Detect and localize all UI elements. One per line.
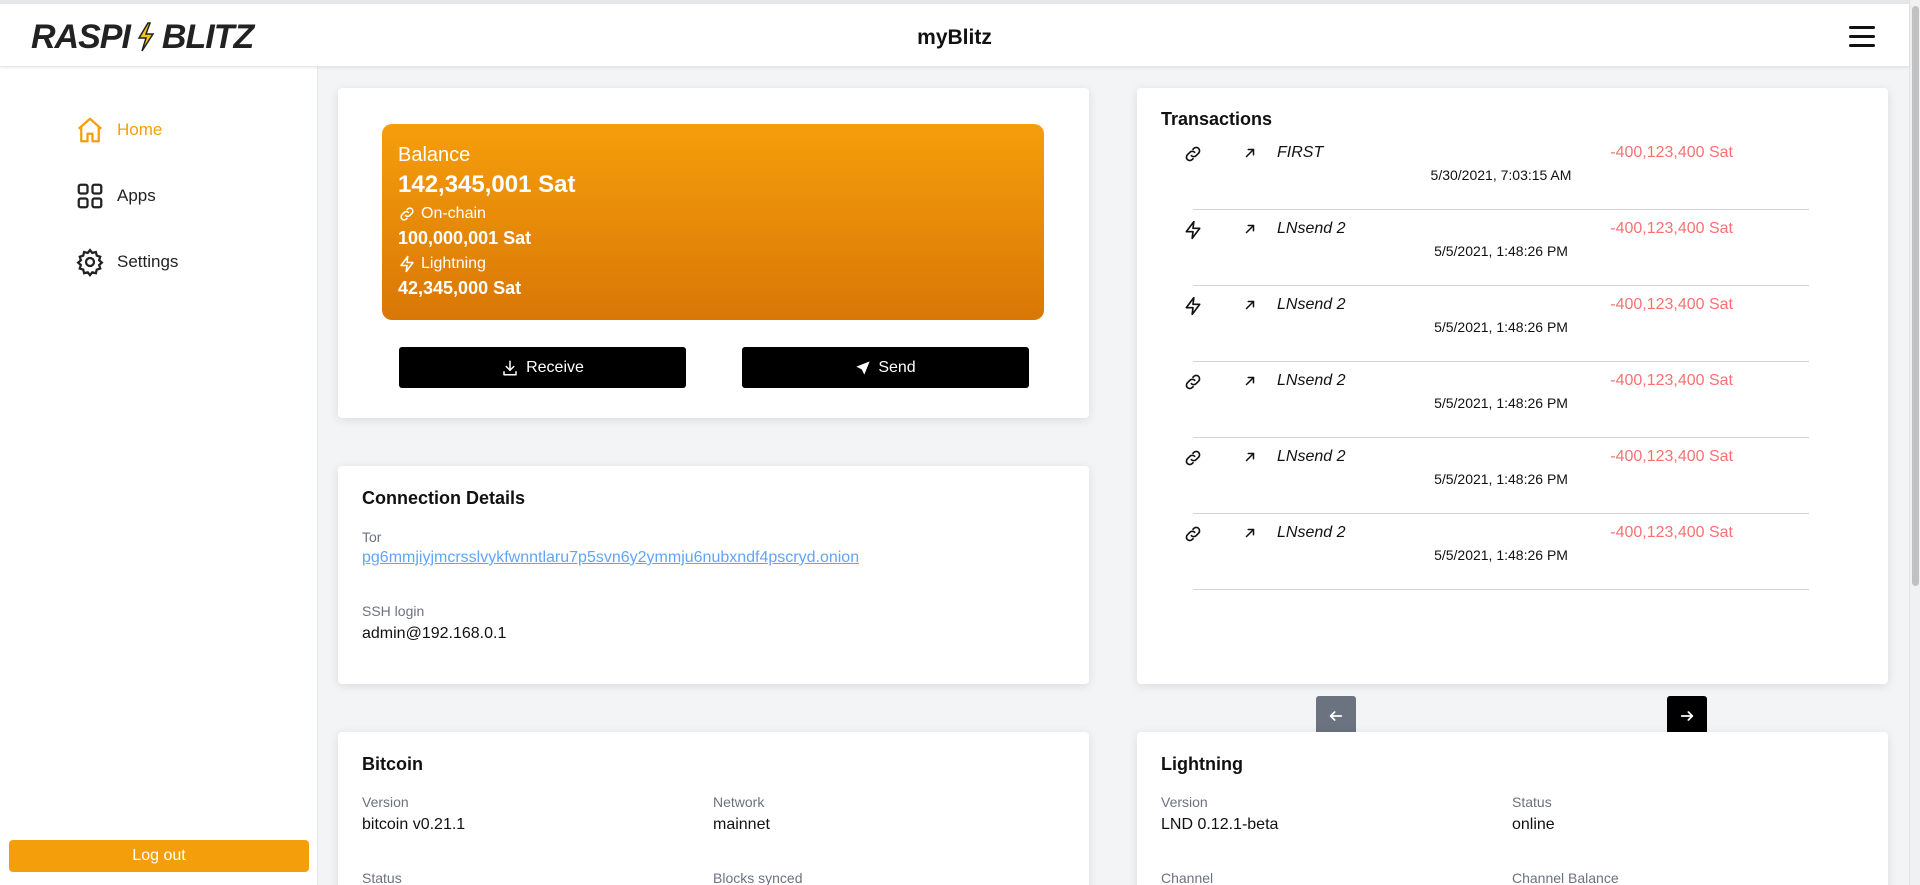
top-bar: RASPI BLITZ myBlitz: [0, 4, 1909, 67]
transaction-date: 5/5/2021, 1:48:26 PM: [1434, 547, 1568, 563]
connection-title: Connection Details: [362, 488, 526, 508]
sidebar-item-label: Home: [117, 120, 163, 139]
prev-page-button[interactable]: [1316, 696, 1356, 736]
transaction-name: LNsend 2: [1277, 220, 1346, 237]
balance-panel: Balance 142,345,001 Sat On-chain 100,000…: [382, 124, 1044, 320]
arrow-right-icon: [1680, 711, 1694, 721]
connection-card: Connection Details Tor pg6mmjiyjmcrsslvy…: [338, 466, 1089, 684]
transaction-name: LNsend 2: [1277, 524, 1346, 541]
lightning-card: Lightning Version LND 0.12.1-beta Status…: [1137, 732, 1888, 885]
transactions-card: Transactions FIRST -400,123,400 Sat 5/30/2…: [1137, 88, 1888, 736]
transaction-amount: -400,123,400 Sat: [1610, 524, 1733, 541]
wallet-card: Balance 142,345,001 Sat On-chain 100,000…: [338, 88, 1089, 418]
transaction-date: 5/5/2021, 1:48:26 PM: [1434, 471, 1568, 487]
row-divider: [1193, 589, 1809, 590]
link-icon: [1183, 372, 1203, 392]
transaction-date: 5/5/2021, 1:48:26 PM: [1434, 243, 1568, 259]
transaction-amount: -400,123,400 Sat: [1610, 448, 1733, 465]
lightning-row: Lightning: [398, 255, 1028, 273]
bitcoin-network-value: mainnet: [713, 816, 770, 833]
transaction-row[interactable]: FIRST -400,123,400 Sat 5/30/2021, 7:03:15 …: [1185, 134, 1809, 210]
lightning-channel-label: Channel: [1161, 870, 1214, 885]
ssh-label: SSH login: [362, 603, 425, 619]
arrow-up-right-icon: [1243, 526, 1257, 540]
balance-total: 142,345,001 Sat: [398, 171, 576, 198]
bitcoin-blocks-label: Blocks synced: [713, 870, 803, 885]
page-scrollbar[interactable]: [1909, 0, 1920, 885]
transaction-date: 5/30/2021, 7:03:15 AM: [1430, 167, 1572, 183]
apps-grid-icon: [77, 183, 103, 209]
onchain-label: On-chain: [421, 205, 486, 222]
next-page-button[interactable]: [1667, 696, 1707, 736]
transaction-row[interactable]: LNsend 2 -400,123,400 Sat 5/5/2021, 1:48:2…: [1185, 514, 1809, 590]
lightning-icon: [1183, 296, 1203, 316]
send-icon: [856, 360, 870, 375]
bitcoin-status-label: Status: [362, 870, 402, 885]
hamburger-menu-icon[interactable]: [1849, 26, 1875, 48]
transactions-title: Transactions: [1161, 109, 1273, 129]
receive-label: Receive: [526, 358, 584, 376]
onchain-row: On-chain: [398, 205, 1028, 223]
transaction-date: 5/5/2021, 1:48:26 PM: [1434, 395, 1568, 411]
transaction-name: LNsend 2: [1277, 296, 1346, 313]
sidebar-item-home[interactable]: Home: [75, 115, 162, 145]
link-icon: [1183, 524, 1203, 544]
arrow-up-right-icon: [1243, 450, 1257, 464]
transaction-name: LNsend 2: [1277, 372, 1346, 389]
lightning-status-value: online: [1512, 816, 1555, 833]
arrow-left-icon: [1329, 711, 1343, 721]
onchain-value: 100,000,001 Sat: [398, 228, 532, 248]
send-button[interactable]: Send: [742, 347, 1029, 388]
transaction-date: 5/5/2021, 1:48:26 PM: [1434, 319, 1568, 335]
transaction-row[interactable]: LNsend 2 -400,123,400 Sat 5/5/2021, 1:48:2…: [1185, 362, 1809, 438]
lightning-icon: [400, 255, 414, 273]
lightning-value: 42,345,000 Sat: [398, 278, 522, 298]
bitcoin-version-label: Version: [362, 794, 409, 810]
sidebar-item-settings[interactable]: Settings: [75, 247, 178, 277]
lightning-version-label: Version: [1161, 794, 1208, 810]
scrollbar-thumb[interactable]: [1912, 6, 1919, 586]
link-icon: [1183, 448, 1203, 468]
transaction-row[interactable]: LNsend 2 -400,123,400 Sat 5/5/2021, 1:48:2…: [1185, 210, 1809, 286]
transaction-row[interactable]: LNsend 2 -400,123,400 Sat 5/5/2021, 1:48:2…: [1185, 438, 1809, 514]
lightning-title: Lightning: [1161, 754, 1243, 774]
page-title: myBlitz: [917, 26, 992, 49]
link-icon: [400, 207, 414, 221]
lightning-version-value: LND 0.12.1-beta: [1161, 816, 1279, 833]
home-icon: [78, 117, 102, 143]
transaction-amount: -400,123,400 Sat: [1610, 220, 1733, 237]
arrow-up-right-icon: [1243, 298, 1257, 312]
sidebar: Home Apps Settings Log out: [0, 67, 318, 885]
sidebar-item-label: Apps: [117, 186, 156, 205]
link-icon: [1183, 144, 1203, 164]
bitcoin-version-value: bitcoin v0.21.1: [362, 816, 466, 833]
ssh-value: admin@192.168.0.1: [362, 625, 507, 642]
bitcoin-network-label: Network: [713, 794, 765, 810]
sidebar-item-label: Settings: [117, 252, 179, 271]
bitcoin-card: Bitcoin Version bitcoin v0.21.1 Network …: [338, 732, 1089, 885]
arrow-up-right-icon: [1243, 146, 1257, 160]
arrow-up-right-icon: [1243, 374, 1257, 388]
transaction-row[interactable]: LNsend 2 -400,123,400 Sat 5/5/2021, 1:48:2…: [1185, 286, 1809, 362]
logout-button[interactable]: Log out: [9, 840, 309, 872]
lightning-status-label: Status: [1512, 794, 1552, 810]
tor-address-link[interactable]: pg6mmjiyjmcrsslvykfwnntlaru7p5svn6y2ymmj…: [362, 549, 1065, 567]
bitcoin-title: Bitcoin: [362, 754, 423, 774]
lightning-channel-balance-label: Channel Balance: [1512, 870, 1619, 885]
tor-label: Tor: [362, 529, 382, 545]
transaction-amount: -400,123,400 Sat: [1610, 144, 1733, 161]
transaction-amount: -400,123,400 Sat: [1610, 296, 1733, 313]
send-label: Send: [878, 358, 916, 376]
arrow-up-right-icon: [1243, 222, 1257, 236]
transaction-amount: -400,123,400 Sat: [1610, 372, 1733, 389]
gear-icon: [76, 248, 104, 277]
lightning-icon: [1183, 220, 1203, 240]
transaction-name: FIRST: [1277, 144, 1324, 161]
download-icon: [503, 360, 517, 375]
sidebar-item-apps[interactable]: Apps: [75, 181, 156, 211]
lightning-label: Lightning: [421, 255, 486, 272]
transaction-name: LNsend 2: [1277, 448, 1346, 465]
balance-title: Balance: [398, 144, 471, 166]
receive-button[interactable]: Receive: [399, 347, 686, 388]
